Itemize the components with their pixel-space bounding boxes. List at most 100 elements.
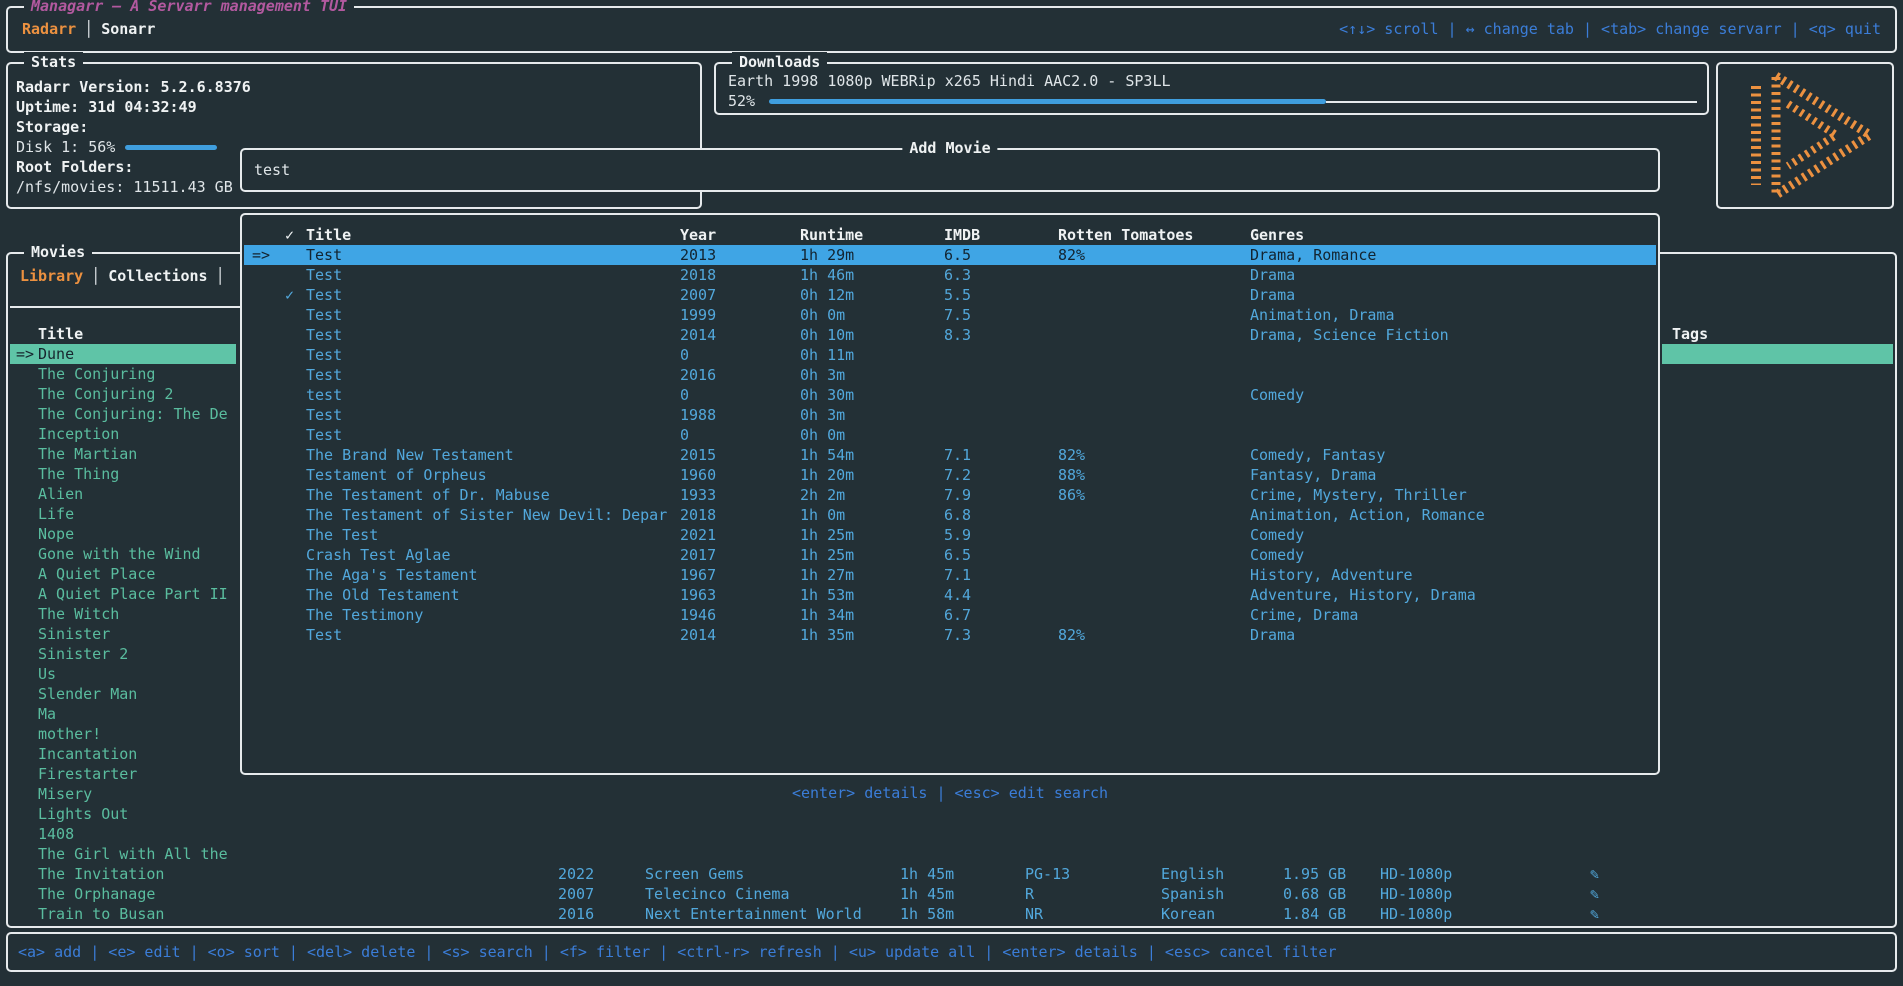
selected-movie-row[interactable]: => Dune [10, 344, 236, 364]
result-row[interactable]: Test20160h 3m [244, 365, 1656, 385]
result-row[interactable]: The Aga's Testament19671h 27m7.1History,… [244, 565, 1656, 585]
cell-title: Testament of Orpheus [306, 465, 487, 485]
cell-year: 2016 [558, 904, 594, 924]
movie-list-item[interactable]: Sinister 2 [38, 644, 128, 664]
movie-list-item[interactable]: The Conjuring 2 [38, 384, 173, 404]
movie-list-item[interactable]: Incantation [38, 744, 137, 764]
movie-list-item[interactable]: Life [38, 504, 74, 524]
cell-quality: HD-1080p [1380, 904, 1452, 924]
result-row[interactable]: Test00h 0m [244, 425, 1656, 445]
cell-year: 2018 [680, 265, 716, 285]
result-row[interactable]: test00h 30mComedy [244, 385, 1656, 405]
cell-runtime: 0h 11m [800, 345, 854, 365]
cell-imdb: 8.3 [944, 325, 971, 345]
cell-imdb: 6.8 [944, 505, 971, 525]
movie-list-item[interactable]: Inception [38, 424, 119, 444]
movie-list-item[interactable]: A Quiet Place [38, 564, 155, 584]
tab-sonarr[interactable]: Sonarr [101, 20, 155, 38]
result-row[interactable]: Test19880h 3m [244, 405, 1656, 425]
cell-imdb: 7.1 [944, 445, 971, 465]
cell-language: English [1161, 864, 1224, 884]
download-percent: 52% [728, 91, 755, 111]
result-row[interactable]: Test20141h 35m7.382%Drama [244, 625, 1656, 645]
movie-list-item[interactable]: Ma [38, 704, 56, 724]
cell-runtime: 0h 30m [800, 385, 854, 405]
library-table-row[interactable]: 2022Screen Gems1h 45mPG-13English1.95 GB… [8, 864, 1895, 884]
cell-imdb: 7.5 [944, 305, 971, 325]
cell-runtime: 1h 34m [800, 605, 854, 625]
result-row[interactable]: Test20140h 10m8.3Drama, Science Fiction [244, 325, 1656, 345]
cell-genres: Crime, Mystery, Thriller [1250, 485, 1467, 505]
result-row[interactable]: The Testimony19461h 34m6.7Crime, Drama [244, 605, 1656, 625]
header-panel: Managarr – A Servarr management TUI Rada… [6, 6, 1897, 53]
movie-list-item[interactable]: Lights Out [38, 804, 128, 824]
cell-runtime: 0h 0m [800, 305, 845, 325]
cell-quality: HD-1080p [1380, 864, 1452, 884]
tabs-underline [10, 306, 242, 308]
movie-list-item[interactable]: Sinister [38, 624, 110, 644]
movie-list-item[interactable]: Nope [38, 524, 74, 544]
movie-list-item[interactable]: Gone with the Wind [38, 544, 201, 564]
cell-rt: 86% [1058, 485, 1085, 505]
movie-list-item[interactable]: The Girl with All the [38, 844, 228, 864]
cell-title: The Brand New Testament [306, 445, 514, 465]
result-row[interactable]: =>Test20131h 29m6.582%Drama, Romance [244, 245, 1656, 265]
results-header-row: ✓TitleYearRuntimeIMDBRotten TomatoesGenr… [244, 225, 1656, 245]
managarr-app: Managarr – A Servarr management TUI Rada… [0, 0, 1903, 986]
result-row[interactable]: The Brand New Testament20151h 54m7.182%C… [244, 445, 1656, 465]
cell-runtime: 0h 0m [800, 425, 845, 445]
cell-genres: Comedy [1250, 525, 1304, 545]
cell-rt: 82% [1058, 625, 1085, 645]
cell-year: 1960 [680, 465, 716, 485]
add-movie-popup-search[interactable]: Add Movie test [240, 148, 1660, 192]
column-header: IMDB [944, 225, 980, 245]
movie-list-item[interactable]: The Thing [38, 464, 119, 484]
cell-year: 1967 [680, 565, 716, 585]
downloads-panel-title: Downloads [732, 52, 827, 72]
cell-certification: NR [1025, 904, 1043, 924]
cell-imdb: 7.1 [944, 565, 971, 585]
cell-title: Test [306, 285, 342, 305]
movie-list-item[interactable]: The Conjuring [38, 364, 155, 384]
result-row[interactable]: Test00h 11m [244, 345, 1656, 365]
result-row[interactable]: The Test20211h 25m5.9Comedy [244, 525, 1656, 545]
library-table-row[interactable]: 2016Next Entertainment World1h 58mNRKore… [8, 904, 1895, 924]
result-row[interactable]: The Testament of Dr. Mabuse19332h 2m7.98… [244, 485, 1656, 505]
result-row[interactable]: The Old Testament19631h 53m4.4Adventure,… [244, 585, 1656, 605]
cell-title: The Aga's Testament [306, 565, 478, 585]
movie-list-item[interactable]: Alien [38, 484, 83, 504]
result-row[interactable]: Test19990h 0m7.5Animation, Drama [244, 305, 1656, 325]
cell-language: Korean [1161, 904, 1215, 924]
movie-list-item[interactable]: The Witch [38, 604, 119, 624]
result-row[interactable]: Testament of Orpheus19601h 20m7.288%Fant… [244, 465, 1656, 485]
cell-imdb: 5.9 [944, 525, 971, 545]
monitored-check-icon: ✓ [285, 285, 294, 305]
result-row[interactable]: Test20181h 46m6.3Drama [244, 265, 1656, 285]
cell-title: The Old Testament [306, 585, 460, 605]
movie-list-item[interactable]: Us [38, 664, 56, 684]
movie-list-item[interactable]: A Quiet Place Part II [38, 584, 228, 604]
cell-year: 1946 [680, 605, 716, 625]
cell-certification: PG-13 [1025, 864, 1070, 884]
cell-runtime: 1h 27m [800, 565, 854, 585]
movie-list-item[interactable]: mother! [38, 724, 101, 744]
search-input[interactable]: test [254, 161, 290, 179]
cell-runtime: 1h 20m [800, 465, 854, 485]
result-row[interactable]: The Testament of Sister New Devil: Depar… [244, 505, 1656, 525]
movie-list-item[interactable]: 1408 [38, 824, 74, 844]
app-title: Managarr – A Servarr management TUI [24, 0, 354, 16]
movie-list-item[interactable]: The Martian [38, 444, 137, 464]
cell-title: The Test [306, 525, 378, 545]
movie-list-item[interactable]: Firestarter [38, 764, 137, 784]
movie-list-item[interactable]: Misery [38, 784, 92, 804]
result-row[interactable]: Crash Test Aglae20171h 25m6.5Comedy [244, 545, 1656, 565]
library-table-row[interactable]: 2007Telecinco Cinema1h 45mRSpanish0.68 G… [8, 884, 1895, 904]
cell-year: 2021 [680, 525, 716, 545]
tab-collections[interactable]: Collections [108, 267, 207, 285]
result-row[interactable]: ✓Test20070h 12m5.5Drama [244, 285, 1656, 305]
movie-list-item[interactable]: Slender Man [38, 684, 137, 704]
tab-radarr[interactable]: Radarr [22, 20, 76, 38]
uptime: Uptime: 31d 04:32:49 [16, 97, 692, 117]
tab-library[interactable]: Library [20, 267, 83, 285]
movie-list-item[interactable]: The Conjuring: The De [38, 404, 228, 424]
